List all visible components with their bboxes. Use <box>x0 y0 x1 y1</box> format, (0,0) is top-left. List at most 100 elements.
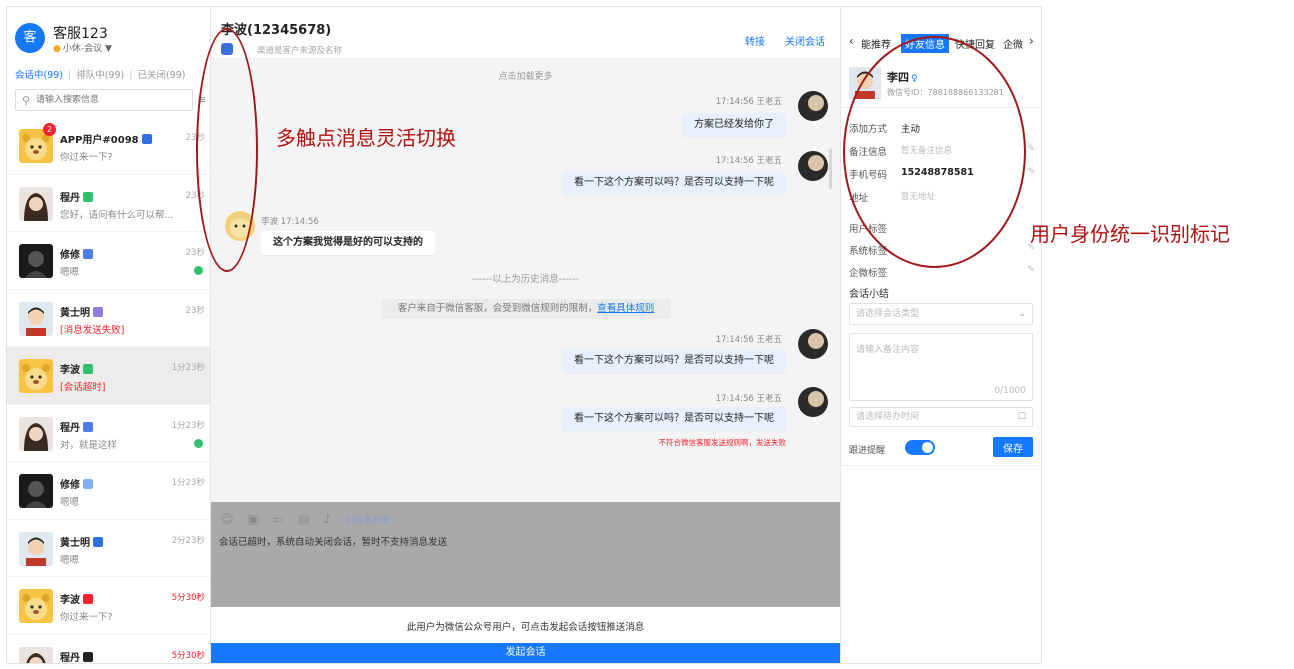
conversation-name: 李波 <box>60 591 93 606</box>
conversation-item[interactable]: 李波 5分30秒你过来一下? <box>7 577 210 635</box>
agent-status-label: 小休-会议 <box>62 44 103 54</box>
conversation-item[interactable]: 2 APP用户#0098 23秒 你过来一下? <box>7 117 210 175</box>
conversation-item[interactable]: 黄士明 23秒 [消息发送失败] <box>7 290 210 347</box>
history-divider: ------以上为历史消息------ <box>471 274 580 285</box>
conversation-list: 2 APP用户#0098 23秒 你过来一下? 程丹 23秒 您好，请问有什么可以帮... 修… <box>7 117 210 663</box>
conversation-item[interactable]: 修修 23秒 嗯嗯 <box>7 232 210 290</box>
chevron-left-icon[interactable]: ‹ <box>849 34 854 48</box>
conversation-item[interactable]: 李波 1分23秒 [会话超时] <box>7 347 210 405</box>
conversation-panel: 客 客服123 ● 小休-会议 ▼ 会话中(99) | 排队中(99) | 已关闭(99)… <box>7 7 211 663</box>
calendar-icon: ☐ <box>1017 412 1026 422</box>
info-label: 企微标签 <box>849 268 888 279</box>
message-bubble: 看一下这个方案可以吗？是否可以支持一下呢 <box>562 407 786 431</box>
message-meta: 李波 17:14:56 <box>261 217 319 227</box>
channel-notice: 客户来自于微信客服，会受到微信规则的限制，查看具体规则 <box>381 299 671 319</box>
conversation-name: 黄士明 <box>60 304 103 319</box>
note-textarea[interactable]: 请输入备注内容 0/1000 <box>849 333 1033 401</box>
conversation-name: APP用户#0098 <box>60 131 152 146</box>
conversation-name: 程丹 <box>60 649 93 663</box>
video-icon[interactable]: ▭ <box>273 512 284 526</box>
annotation-ellipse-identity <box>843 36 1026 268</box>
todo-time-picker[interactable]: 请选择待办时间 ☐ <box>849 407 1033 427</box>
chat-header: 李波(12345678) 渠道是客户来源及名称 转接 关闭会话 <box>211 7 840 59</box>
conversation-name: 李波 <box>60 361 93 376</box>
rules-link[interactable]: 查看具体规则 <box>597 303 654 314</box>
customer-avatar <box>19 646 53 663</box>
channel-icon <box>83 421 93 432</box>
channel-icon <box>83 651 93 662</box>
footer-tip: 此用户为微信公众号用户，可点击发起会话按钮推送消息 <box>406 622 645 633</box>
load-more-link[interactable]: 点击加载更多 <box>211 69 840 82</box>
chevron-right-icon[interactable]: › <box>1029 34 1034 48</box>
conversation-item[interactable]: 修修 1分23秒 嗯嗯 <box>7 462 210 520</box>
tab-closed[interactable]: 已关闭(99) <box>137 70 185 81</box>
agent-status[interactable]: ● 小休-会议 ▼ <box>53 41 112 54</box>
conversation-time: 1分23秒 <box>171 420 205 431</box>
search-input[interactable] <box>36 92 186 108</box>
conversation-item[interactable]: 黄士明 2分23秒 嗯嗯 <box>7 520 210 577</box>
image-icon[interactable]: ▣ <box>248 512 259 526</box>
timeout-tip: 会话已超时，系统自动关闭会话，暂时不支持消息发送 <box>219 537 448 548</box>
search-box[interactable]: ⚲ <box>15 89 193 111</box>
tab-wecom[interactable]: 企微 <box>1003 36 1023 51</box>
agent-message-avatar <box>798 387 828 417</box>
summary-title: 会话小结 <box>849 289 889 300</box>
edit-icon[interactable]: ✎ <box>1027 265 1035 275</box>
customer-avatar <box>19 244 53 278</box>
edit-icon[interactable]: ✎ <box>1027 167 1035 177</box>
folder-icon[interactable]: ▤ <box>298 512 309 526</box>
send-failed-note: 不符合微信客服发送规则啊，发送失败 <box>658 438 787 447</box>
start-conversation-button[interactable]: 发起会话 <box>211 643 840 663</box>
follow-toggle[interactable] <box>905 440 935 455</box>
tab-queue[interactable]: 排队中(99) <box>76 70 124 81</box>
conversation-preview: 您好，请问有什么可以帮... <box>60 209 174 221</box>
conversation-time: 2分23秒 <box>171 535 205 546</box>
customer-avatar <box>19 359 53 393</box>
message-meta: 17:14:56 王老五 <box>715 394 782 404</box>
conversation-preview: [消息发送失败] <box>60 324 125 336</box>
composer-toolbar: ☺ ▣ ▭ ▤ ♪ 引用素材库 <box>221 512 404 526</box>
conversation-time: 5分30秒 <box>171 650 205 661</box>
caret-down-icon[interactable]: ▼ <box>105 44 112 54</box>
message-bubble: 看一下这个方案可以吗？是否可以支持一下呢 <box>562 171 786 195</box>
close-conversation-button[interactable]: 关闭会话 <box>785 33 825 48</box>
conversation-name: 修修 <box>60 476 93 491</box>
conversation-time: 1分23秒 <box>171 478 205 488</box>
tab-recommend[interactable]: 能推荐 <box>861 36 891 51</box>
conversation-time: 23秒 <box>185 305 205 316</box>
channel-icon <box>83 191 93 202</box>
conversation-time: 1分23秒 <box>171 363 205 373</box>
save-button[interactable]: 保存 <box>993 437 1033 457</box>
agent-message-avatar <box>798 91 828 121</box>
agent-message-avatar <box>798 151 828 181</box>
quick-material-link[interactable]: 引用素材库 <box>345 516 390 526</box>
conversation-preview: 你过来一下? <box>60 612 113 623</box>
divider <box>841 465 1042 466</box>
tab-active[interactable]: 会话中(99) <box>15 70 63 81</box>
search-icon: ⚲ <box>22 94 31 107</box>
scrollbar[interactable] <box>829 149 832 189</box>
emoji-icon[interactable]: ☺ <box>221 512 234 526</box>
conversation-item[interactable]: 程丹5分30秒对，就是这样 <box>7 635 210 663</box>
conversation-preview: 对，就是这样 <box>60 439 118 451</box>
conversation-type-select[interactable]: 请选择会话类型 ⌄ <box>849 303 1033 325</box>
follow-label: 跟进提醒 <box>849 446 886 456</box>
conversation-tabs: 会话中(99) | 排队中(99) | 已关闭(99) <box>15 70 186 81</box>
customer-avatar <box>19 301 53 336</box>
channel-icon <box>83 364 93 374</box>
agent-header[interactable]: 客 客服123 ● 小休-会议 ▼ <box>15 21 205 57</box>
unread-badge: 2 <box>43 123 56 136</box>
composer-disabled: ☺ ▣ ▭ ▤ ♪ 引用素材库 会话已超时，系统自动关闭会话，暂时不支持消息发送 <box>211 502 840 607</box>
message-meta: 17:14:56 王老五 <box>715 97 782 107</box>
microphone-icon[interactable]: ♪ <box>324 512 332 526</box>
conversation-item[interactable]: 程丹 1分23秒 对，就是这样 <box>7 405 210 462</box>
status-dot-icon: ● <box>53 44 61 54</box>
conversation-name: 修修 <box>60 246 93 261</box>
transfer-button[interactable]: 转接 <box>745 33 765 48</box>
conversation-name: 黄士明 <box>60 534 103 549</box>
conversation-item[interactable]: 程丹 23秒 您好，请问有什么可以帮... <box>7 175 210 232</box>
chevron-down-icon: ⌄ <box>1018 309 1026 319</box>
conversation-time: 5分30秒 <box>171 593 205 603</box>
message-bubble: 方案已经发给你了 <box>682 113 786 137</box>
edit-icon[interactable]: ✎ <box>1027 144 1035 154</box>
